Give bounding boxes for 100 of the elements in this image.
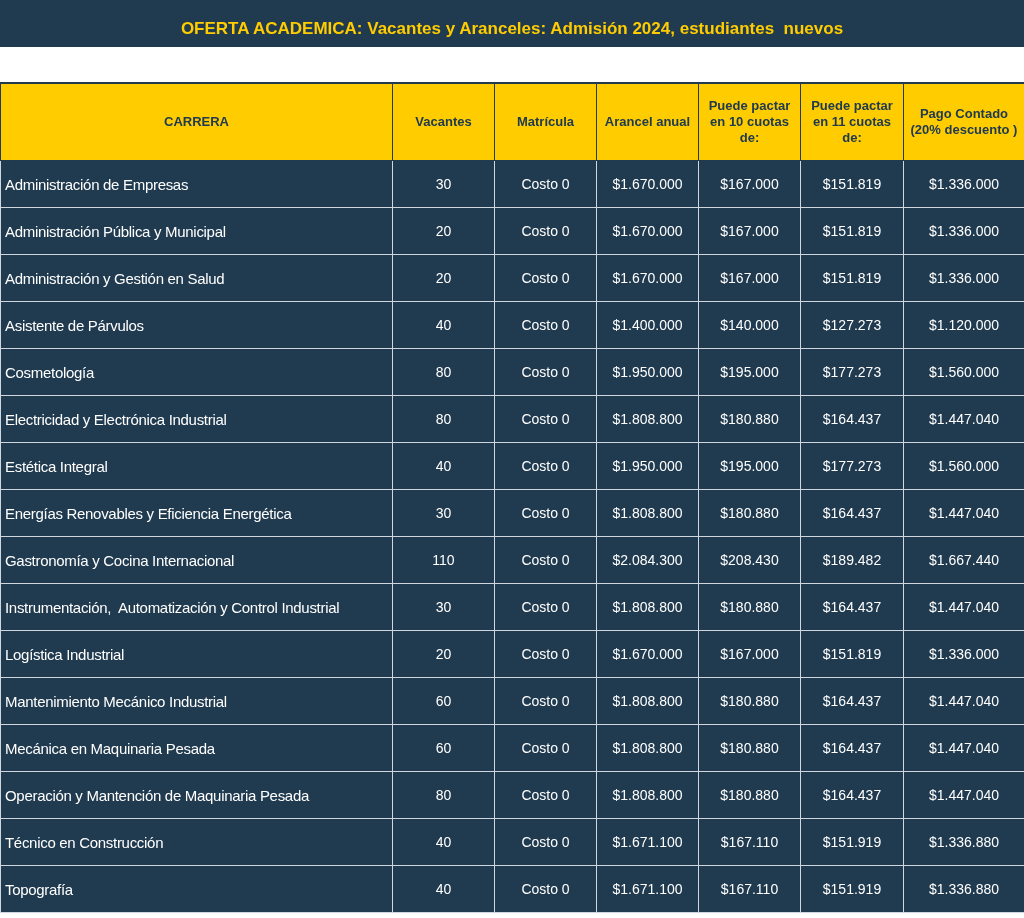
table-cell: $151.919 (800, 865, 904, 913)
table-cell: $1.808.800 (596, 677, 699, 725)
table-cell: Costo 0 (494, 865, 597, 913)
table-cell: Costo 0 (494, 724, 597, 772)
table-cell: $167.110 (698, 818, 801, 866)
table-cell: $1.667.440 (903, 536, 1024, 584)
table-cell: $1.950.000 (596, 348, 699, 396)
table-cell: Costo 0 (494, 348, 597, 396)
table-cell: $164.437 (800, 489, 904, 537)
table-cell: $167.000 (698, 207, 801, 255)
header-cell: Puede pactar en 11 cuotas de: (800, 83, 904, 161)
table-cell: $1.808.800 (596, 489, 699, 537)
table-cell: Costo 0 (494, 207, 597, 255)
table-cell: Electricidad y Electrónica Industrial (0, 395, 393, 443)
table-cell: $151.819 (800, 160, 904, 208)
table-cell: $1.808.800 (596, 724, 699, 772)
table-cell: $164.437 (800, 395, 904, 443)
table-cell: 20 (392, 630, 495, 678)
table-cell: $151.819 (800, 630, 904, 678)
table-cell: $167.110 (698, 865, 801, 913)
table-cell: $1.447.040 (903, 724, 1024, 772)
table-cell: Costo 0 (494, 442, 597, 490)
table-cell: $1.671.100 (596, 818, 699, 866)
table-cell: $1.400.000 (596, 301, 699, 349)
table-cell: $1.560.000 (903, 442, 1024, 490)
table-cell: Costo 0 (494, 771, 597, 819)
table-cell: $1.808.800 (596, 771, 699, 819)
table-cell: $177.273 (800, 348, 904, 396)
table-cell: $151.819 (800, 254, 904, 302)
table-cell: $164.437 (800, 771, 904, 819)
table-cell: $151.819 (800, 207, 904, 255)
table-cell: 60 (392, 724, 495, 772)
table-cell: $180.880 (698, 677, 801, 725)
table-cell: $1.336.880 (903, 865, 1024, 913)
table-cell: $1.670.000 (596, 160, 699, 208)
table-cell: Instrumentación, Automatización y Control Industrial (0, 583, 393, 631)
table-cell: Costo 0 (494, 254, 597, 302)
table-cell: Estética Integral (0, 442, 393, 490)
table-cell: Costo 0 (494, 818, 597, 866)
table-cell: $1.336.000 (903, 160, 1024, 208)
table-cell: 30 (392, 583, 495, 631)
table-cell: $180.880 (698, 583, 801, 631)
table-cell: $164.437 (800, 724, 904, 772)
table-cell: Logística Industrial (0, 630, 393, 678)
table-cell: $189.482 (800, 536, 904, 584)
table-cell: $164.437 (800, 583, 904, 631)
header-cell: Pago Contado (20% descuento ) (903, 83, 1024, 161)
table-cell: $167.000 (698, 630, 801, 678)
table-cell: $180.880 (698, 395, 801, 443)
table-cell: $2.084.300 (596, 536, 699, 584)
table-cell: Cosmetología (0, 348, 393, 396)
table-cell: Costo 0 (494, 301, 597, 349)
table-cell: $164.437 (800, 677, 904, 725)
table-cell: Administración de Empresas (0, 160, 393, 208)
table-cell: Costo 0 (494, 395, 597, 443)
table-cell: $127.273 (800, 301, 904, 349)
table-cell: $1.447.040 (903, 489, 1024, 537)
table-cell: 40 (392, 301, 495, 349)
table-cell: 80 (392, 771, 495, 819)
table-cell: $1.670.000 (596, 630, 699, 678)
table-cell: $1.447.040 (903, 771, 1024, 819)
table-cell: Operación y Mantención de Maquinaria Pesada (0, 771, 393, 819)
table-cell: $167.000 (698, 254, 801, 302)
table-cell: $180.880 (698, 724, 801, 772)
table-cell: Costo 0 (494, 630, 597, 678)
table-cell: $1.336.000 (903, 630, 1024, 678)
table-cell: 20 (392, 254, 495, 302)
table-cell: $177.273 (800, 442, 904, 490)
table-cell: Costo 0 (494, 536, 597, 584)
table-cell: $1.336.000 (903, 207, 1024, 255)
table-cell: Gastronomía y Cocina Internacional (0, 536, 393, 584)
page-title: OFERTA ACADEMICA: Vacantes y Aranceles: Admisión 2024, estudiantes nuevos (0, 0, 1024, 47)
header-cell: Puede pactar en 10 cuotas de: (698, 83, 801, 161)
table-cell: 40 (392, 818, 495, 866)
table-cell: $1.808.800 (596, 395, 699, 443)
table-cell: $1.671.100 (596, 865, 699, 913)
table-cell: Costo 0 (494, 677, 597, 725)
table-cell: $1.336.880 (903, 818, 1024, 866)
table-cell: $1.670.000 (596, 254, 699, 302)
table-cell: Mantenimiento Mecánico Industrial (0, 677, 393, 725)
table-cell: $195.000 (698, 442, 801, 490)
table-cell: Topografía (0, 865, 393, 913)
header-cell: Arancel anual (596, 83, 699, 161)
table-cell: 80 (392, 395, 495, 443)
table-cell: $1.336.000 (903, 254, 1024, 302)
header-cell: Matrícula (494, 83, 597, 161)
table-cell: Técnico en Construcción (0, 818, 393, 866)
table-cell: Administración Pública y Municipal (0, 207, 393, 255)
table-cell: $208.430 (698, 536, 801, 584)
table-cell: Costo 0 (494, 160, 597, 208)
table-cell: $1.808.800 (596, 583, 699, 631)
table-cell: $1.447.040 (903, 583, 1024, 631)
table-cell: $167.000 (698, 160, 801, 208)
table-cell: $180.880 (698, 771, 801, 819)
table-cell: 30 (392, 489, 495, 537)
table-cell: 20 (392, 207, 495, 255)
table-cell: $180.880 (698, 489, 801, 537)
table-cell: $1.560.000 (903, 348, 1024, 396)
table-cell: $1.447.040 (903, 395, 1024, 443)
table-cell: 110 (392, 536, 495, 584)
